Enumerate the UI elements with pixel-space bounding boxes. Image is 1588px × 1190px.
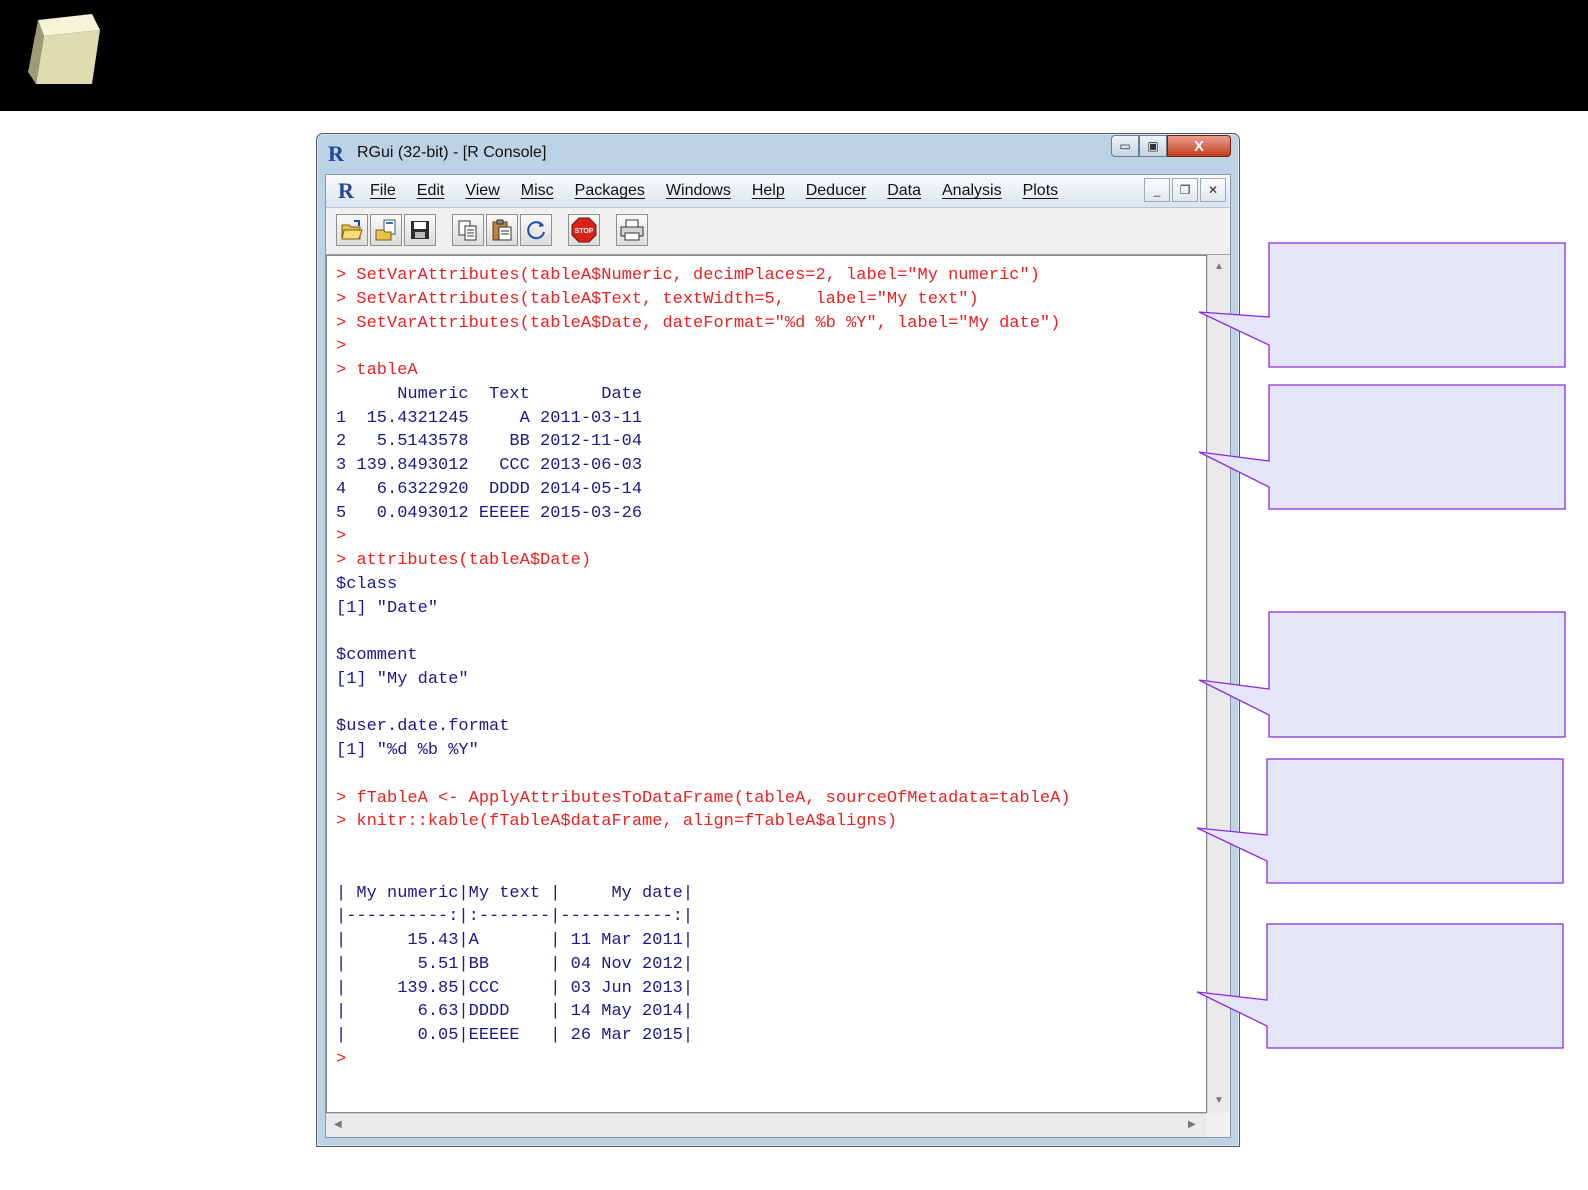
callout-box-2	[1198, 384, 1566, 510]
callout-box-4	[1196, 758, 1564, 884]
callout-box-1	[1198, 242, 1566, 368]
callout-box-3	[1198, 611, 1566, 738]
callouts-layer	[1196, 242, 1566, 1049]
callout-box-5	[1196, 923, 1564, 1049]
